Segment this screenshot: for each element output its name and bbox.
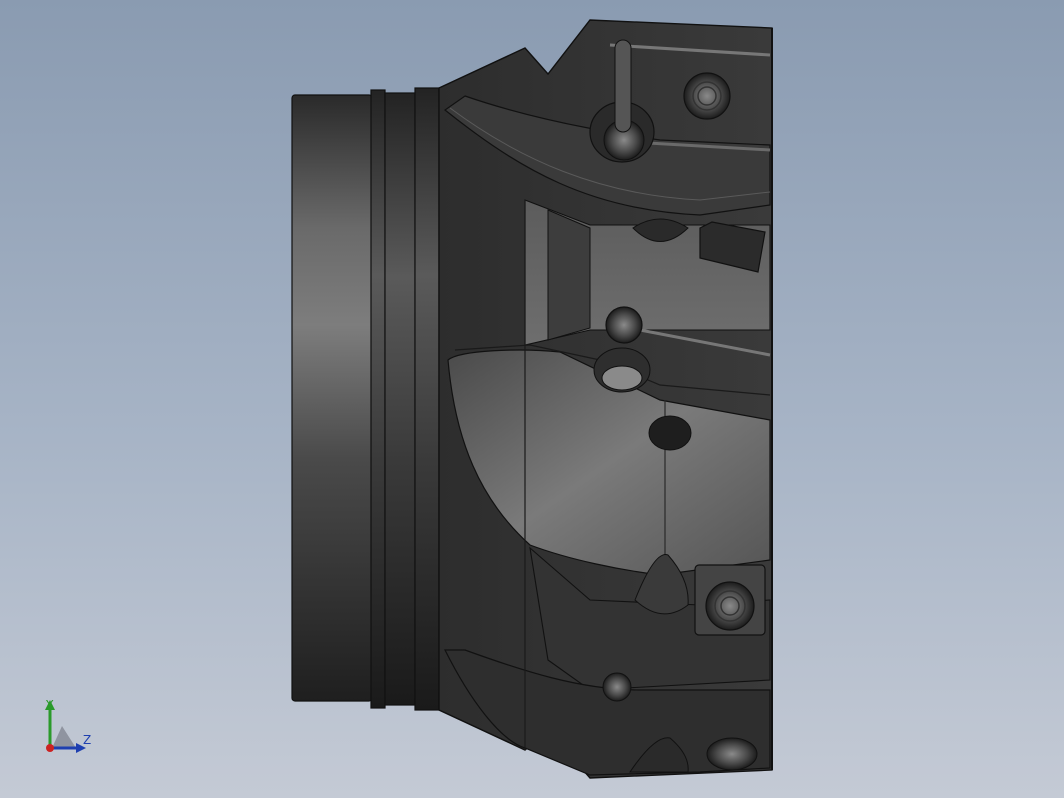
z-axis-label: Z xyxy=(83,733,92,747)
ring-2 xyxy=(384,92,416,706)
graphics-viewport[interactable]: Y Z xyxy=(0,0,1064,798)
shank-cylinder xyxy=(291,94,373,702)
ring-3 xyxy=(414,87,440,711)
triad-plane xyxy=(52,726,76,748)
upper-window-inner xyxy=(547,209,591,341)
y-axis-label: Y xyxy=(46,698,54,712)
threaded-hole-upper xyxy=(683,72,731,120)
ring-1 xyxy=(370,89,386,709)
coolant-port-lower xyxy=(602,672,632,702)
threaded-hole-lower xyxy=(694,564,766,636)
cad-model[interactable] xyxy=(0,0,1064,798)
threaded-hole-bottom xyxy=(706,737,758,771)
hole-mid xyxy=(648,415,692,451)
triad-origin xyxy=(46,744,54,752)
